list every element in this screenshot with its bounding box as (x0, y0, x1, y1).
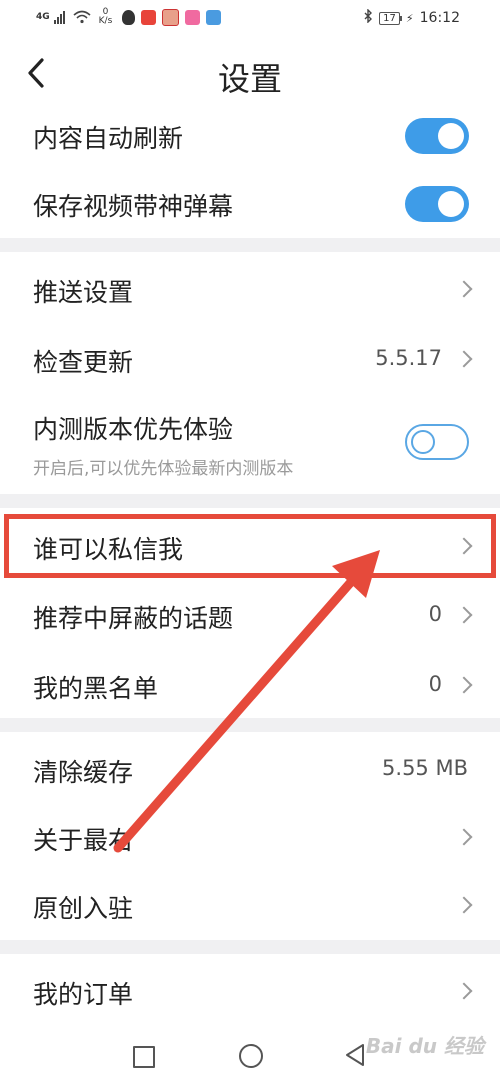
highlight-box (4, 514, 496, 578)
qq-icon (122, 9, 136, 25)
toggle-knob (438, 191, 464, 217)
section-divider (0, 940, 500, 954)
settings-row-blacklist[interactable]: 我的黑名单 0 (0, 652, 500, 718)
recent-apps-icon[interactable] (133, 1046, 155, 1068)
status-left: 4G 0 K/s (36, 8, 222, 26)
app-pink-icon (185, 9, 201, 25)
app-blue-icon (206, 9, 222, 25)
settings-row-beta[interactable]: 内测版本优先体验 开启后,可以优先体验最新内测版本 (0, 396, 500, 492)
beta-toggle[interactable] (405, 424, 469, 460)
row-label: 保存视频带神弹幕 (33, 192, 234, 221)
settings-row-about[interactable]: 关于最右 (0, 804, 500, 870)
row-label: 内容自动刷新 (33, 124, 184, 153)
settings-row-blocked-topics[interactable]: 推荐中屏蔽的话题 0 (0, 582, 500, 648)
battery-level: 17 (383, 12, 396, 24)
settings-row-clear-cache[interactable]: 清除缓存 5.55 MB (0, 736, 500, 802)
back-triangle-icon[interactable] (344, 1043, 366, 1067)
row-label: 推荐中屏蔽的话题 (33, 604, 234, 633)
bluetooth-icon (363, 8, 373, 27)
app-red-icon (141, 9, 157, 25)
chevron-right-icon (455, 280, 473, 298)
settings-row-check-update[interactable]: 检查更新 5.5.17 (0, 326, 500, 392)
cache-size: 5.55 MB (382, 756, 468, 780)
watermark: Bai du 经验 (365, 1034, 484, 1058)
page-title: 设置 (217, 60, 282, 98)
row-sublabel: 开启后,可以优先体验最新内测版本 (33, 459, 294, 479)
save-danmaku-toggle[interactable] (405, 186, 469, 222)
toggle-knob (411, 430, 435, 454)
settings-row-my-orders[interactable]: 我的订单 (0, 958, 500, 1024)
auto-refresh-toggle[interactable] (405, 118, 469, 154)
settings-row-push[interactable]: 推送设置 (0, 256, 500, 322)
blacklist-count: 0 (428, 672, 442, 696)
blocked-topics-count: 0 (428, 602, 442, 626)
status-right: 17 ⚡ 16:12 (363, 8, 460, 27)
row-label: 我的订单 (33, 980, 134, 1009)
speed-unit: K/s (98, 16, 113, 26)
cell-signal-icon (53, 10, 65, 24)
row-label: 检查更新 (33, 348, 134, 377)
status-bar: 4G 0 K/s 17 ⚡ 16:12 (0, 0, 500, 36)
row-label: 清除缓存 (33, 758, 134, 787)
chevron-right-icon (455, 676, 473, 694)
network-speed: 0 K/s (99, 8, 113, 26)
clock: 16:12 (419, 10, 460, 26)
title-bar: 设置 (0, 36, 500, 110)
network-type: 4G (36, 12, 50, 22)
row-label: 内测版本优先体验 (33, 415, 234, 444)
settings-row-save-danmaku[interactable]: 保存视频带神弹幕 (0, 172, 500, 236)
chevron-right-icon (455, 982, 473, 1000)
settings-row-auto-refresh[interactable]: 内容自动刷新 (0, 104, 500, 168)
wifi-icon (73, 10, 91, 24)
battery-icon: 17 (379, 11, 402, 25)
chevron-right-icon (455, 896, 473, 914)
section-divider (0, 718, 500, 732)
home-icon[interactable] (239, 1044, 263, 1068)
chevron-right-icon (455, 350, 473, 368)
chevron-right-icon (455, 606, 473, 624)
row-label: 关于最右 (33, 826, 134, 855)
app-avatar-icon (162, 8, 180, 26)
section-divider (0, 238, 500, 252)
chevron-right-icon (455, 828, 473, 846)
toggle-knob (438, 123, 464, 149)
settings-row-original-creator[interactable]: 原创入驻 (0, 872, 500, 938)
charging-icon: ⚡ (405, 11, 414, 25)
row-label: 原创入驻 (33, 894, 134, 923)
version-value: 5.5.17 (375, 346, 442, 370)
section-divider (0, 494, 500, 508)
row-label: 推送设置 (33, 278, 134, 307)
row-label: 我的黑名单 (33, 674, 159, 703)
